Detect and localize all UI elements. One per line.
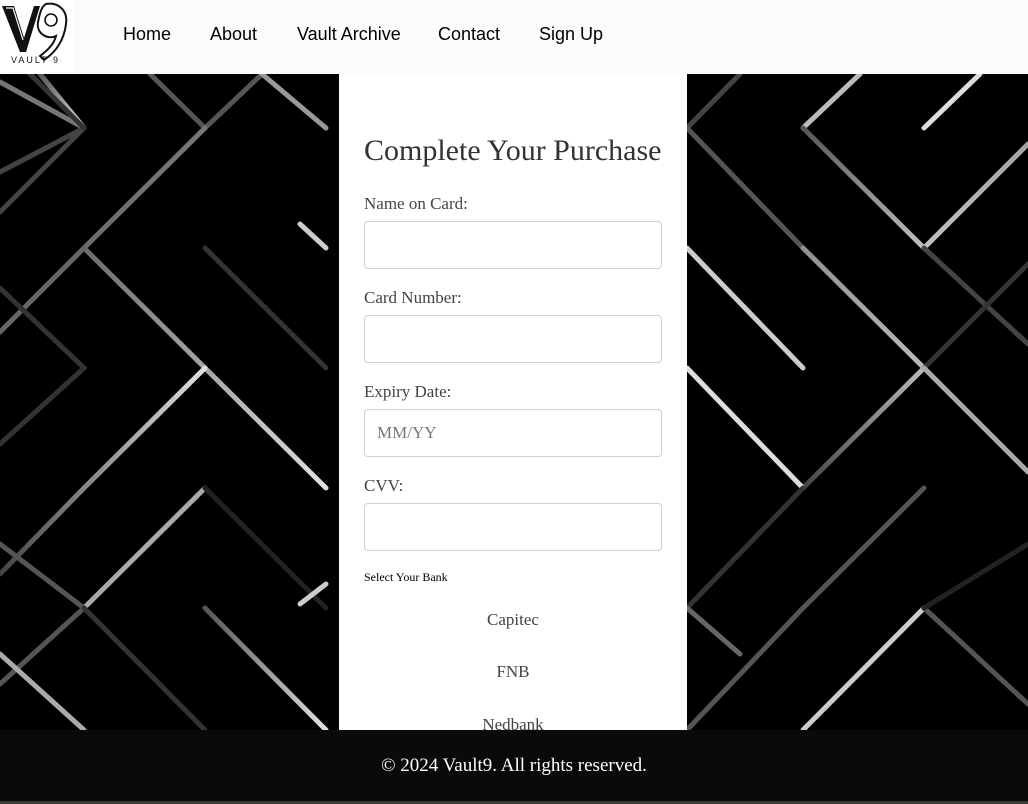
bank-option-fnb[interactable]: FNB xyxy=(364,662,662,682)
bank-option-nedbank[interactable]: Nedbank xyxy=(364,715,662,730)
nav-home[interactable]: Home xyxy=(123,24,171,45)
expiry-date-input[interactable] xyxy=(364,409,662,457)
site-header: VAULT 9 Home About Vault Archive Contact… xyxy=(0,0,1028,74)
vault9-logo[interactable]: VAULT 9 xyxy=(0,0,74,74)
cvv-input[interactable] xyxy=(364,503,662,551)
purchase-form-card: Complete Your Purchase Name on Card: Car… xyxy=(339,62,687,730)
bank-select-heading: Select Your Bank xyxy=(364,570,448,584)
nav-vault-archive[interactable]: Vault Archive xyxy=(297,24,401,45)
logo-wordmark: VAULT 9 xyxy=(11,55,61,65)
nav-sign-up[interactable]: Sign Up xyxy=(539,24,603,45)
nav-contact[interactable]: Contact xyxy=(438,24,500,45)
name-on-card-label: Name on Card: xyxy=(364,194,468,213)
cvv-label: CVV: xyxy=(364,476,404,495)
site-footer: © 2024 Vault9. All rights reserved. xyxy=(0,730,1028,804)
nav-about[interactable]: About xyxy=(210,24,257,45)
copyright-text: © 2024 Vault9. All rights reserved. xyxy=(381,755,647,776)
bank-option-capitec[interactable]: Capitec xyxy=(364,610,662,630)
expiry-date-label: Expiry Date: xyxy=(364,382,452,401)
card-number-input[interactable] xyxy=(364,315,662,363)
page-title: Complete Your Purchase xyxy=(364,134,662,167)
name-on-card-input[interactable] xyxy=(364,221,662,269)
card-number-label: Card Number: xyxy=(364,288,462,307)
